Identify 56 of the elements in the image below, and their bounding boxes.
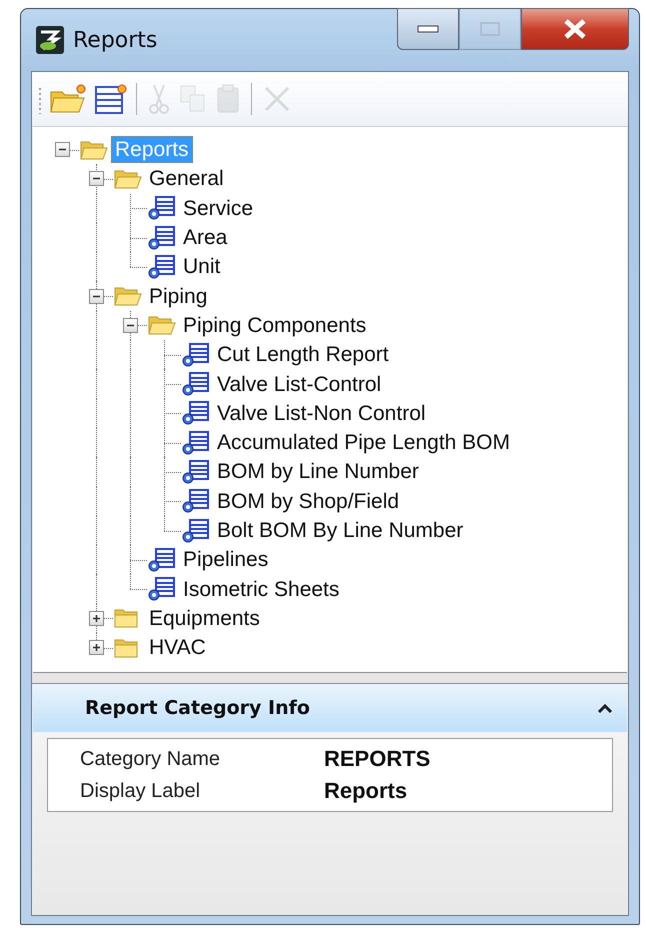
app-logo-icon <box>35 25 65 55</box>
tree-item[interactable]: BOM by Shop/Field <box>213 488 404 515</box>
maximize-icon <box>479 21 501 37</box>
plus-icon <box>90 612 102 624</box>
collapse-toggle[interactable] <box>88 171 104 186</box>
property-value: REPORTS <box>324 746 430 772</box>
window-title: Reports <box>73 28 158 52</box>
expand-toggle[interactable] <box>88 610 104 626</box>
tree-item[interactable]: Equipments <box>145 604 264 632</box>
tree-item[interactable]: HVAC <box>145 634 210 662</box>
property-value: Reports <box>324 778 408 804</box>
tree-item[interactable]: Bolt BOM By Line Number <box>213 517 468 544</box>
report-icon <box>147 226 177 250</box>
panel-title: Report Category Info <box>85 697 310 719</box>
tree-item[interactable]: Pipelines <box>179 546 272 574</box>
tree-item[interactable]: Isometric Sheets <box>179 576 344 603</box>
tree-item[interactable]: Cut Length Report <box>213 341 393 368</box>
minimize-icon <box>417 24 439 34</box>
close-icon <box>562 18 588 40</box>
tree-item[interactable]: BOM by Line Number <box>213 458 423 486</box>
report-icon <box>181 460 211 484</box>
expand-toggle[interactable] <box>88 640 104 656</box>
minimize-button[interactable] <box>397 8 459 50</box>
folder-icon <box>79 138 109 161</box>
tree-item[interactable]: Area <box>179 224 232 252</box>
report-icon <box>181 342 211 367</box>
plus-icon <box>90 642 102 654</box>
property-label: Category Name <box>79 748 222 770</box>
report-icon <box>181 430 211 455</box>
tree-item[interactable]: Service <box>179 194 258 222</box>
splitter-bar[interactable] <box>32 673 628 684</box>
folder-icon <box>147 314 177 336</box>
report-icon <box>181 372 211 396</box>
tree-item[interactable]: Valve List-Non Control <box>213 400 430 427</box>
collapse-toggle[interactable] <box>88 288 104 304</box>
report-icon <box>181 489 211 514</box>
tree-item[interactable]: Unit <box>179 253 224 280</box>
report-icon <box>181 401 211 426</box>
tree-item[interactable]: Valve List-Control <box>213 370 386 398</box>
report-icon <box>147 548 177 572</box>
new-report-button[interactable] <box>92 82 128 116</box>
close-button[interactable] <box>521 8 629 50</box>
collapse-toggle[interactable] <box>54 142 70 158</box>
tree-item[interactable]: General <box>145 165 228 192</box>
tree-item[interactable]: Piping <box>145 282 212 310</box>
property-label: Display Label <box>79 780 202 802</box>
tree-item[interactable]: Piping Components <box>179 312 370 339</box>
report-icon <box>147 254 177 279</box>
report-icon <box>147 577 177 602</box>
collapse-chevron-icon[interactable] <box>597 703 613 713</box>
tree-item[interactable]: Accumulated Pipe Length BOM <box>213 429 514 456</box>
folder-icon <box>113 285 143 308</box>
report-icon <box>147 196 177 220</box>
collapse-toggle[interactable] <box>122 318 138 333</box>
folder-icon <box>113 168 143 190</box>
report-icon <box>181 518 211 542</box>
